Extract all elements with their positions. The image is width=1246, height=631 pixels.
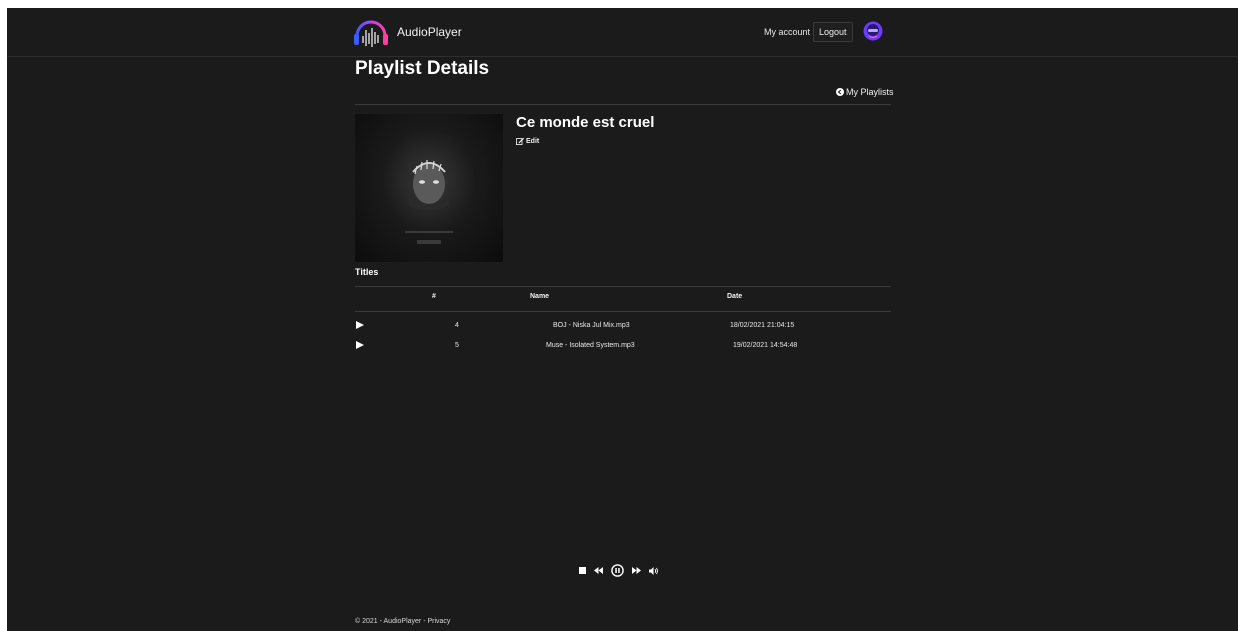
play-icon[interactable] — [356, 341, 364, 349]
copyright-text: © 2021 - AudioPlayer - — [355, 618, 428, 625]
track-name: BOJ - Niska Jul Mix.mp3 — [553, 322, 630, 329]
edit-icon — [516, 137, 524, 145]
brand-name: AudioPlayer — [397, 25, 462, 39]
fast-forward-icon — [632, 567, 641, 574]
divider — [355, 104, 891, 105]
playlist-cover-image — [355, 114, 503, 262]
playlist-name: Ce monde est cruel — [516, 114, 655, 131]
pause-icon — [611, 564, 624, 577]
track-number: 4 — [455, 322, 459, 329]
column-header-number: # — [432, 293, 436, 300]
audio-logo-icon — [354, 20, 388, 47]
column-header-date: Date — [727, 293, 743, 300]
logout-button[interactable]: Logout — [813, 22, 853, 42]
circle-arrow-left-icon — [836, 88, 844, 96]
divider — [355, 311, 891, 312]
titles-heading: Titles — [355, 267, 379, 277]
footer: © 2021 - AudioPlayer - Privacy — [355, 618, 450, 625]
my-playlists-label: My Playlists — [846, 87, 894, 97]
divider — [355, 286, 891, 287]
volume-button[interactable] — [649, 566, 659, 575]
audio-player-controls — [579, 564, 667, 577]
edit-link[interactable]: Edit — [516, 137, 539, 145]
rewind-icon — [594, 567, 603, 574]
track-name: Muse - Isolated System.mp3 — [546, 342, 635, 349]
volume-icon — [649, 566, 658, 575]
column-header-name: Name — [530, 293, 550, 300]
track-date: 19/02/2021 14:54:48 — [733, 342, 798, 349]
rewind-button[interactable] — [594, 567, 603, 574]
page-title: Playlist Details — [355, 58, 490, 79]
edit-label: Edit — [526, 137, 540, 145]
my-playlists-link[interactable]: My Playlists — [836, 87, 894, 97]
cover-art — [405, 160, 453, 244]
brand-link[interactable]: AudioPlayer — [353, 16, 462, 48]
track-number: 5 — [455, 342, 459, 349]
stop-button[interactable] — [579, 567, 586, 574]
privacy-link[interactable]: Privacy — [427, 618, 450, 625]
app-frame: AudioPlayer My account Logout Playlist D… — [7, 8, 1238, 631]
pause-button[interactable] — [611, 564, 624, 577]
track-date: 18/02/2021 21:04:15 — [730, 322, 795, 329]
avatar[interactable] — [863, 21, 883, 41]
nav-right: My account Logout — [764, 21, 883, 42]
stop-icon — [579, 567, 586, 574]
fast-forward-button[interactable] — [632, 567, 641, 574]
my-account-link[interactable]: My account — [764, 27, 810, 37]
play-icon[interactable] — [356, 321, 364, 329]
navbar: AudioPlayer My account Logout — [7, 8, 1238, 57]
